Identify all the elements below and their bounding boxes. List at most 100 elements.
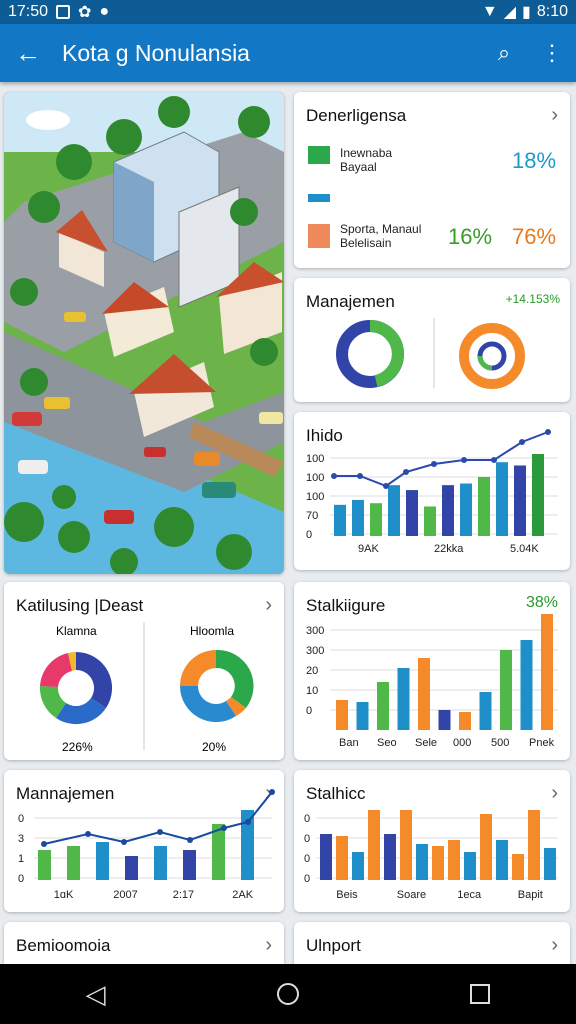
legend-text: Bayaal bbox=[340, 160, 377, 174]
bar bbox=[400, 810, 412, 880]
bar bbox=[334, 504, 346, 536]
bar bbox=[388, 485, 400, 536]
bar bbox=[479, 692, 492, 730]
percent-value: 76% bbox=[512, 224, 557, 249]
x-tick-label: 9AK bbox=[358, 543, 379, 555]
bar bbox=[496, 462, 508, 536]
card-title: Denerligensa bbox=[306, 106, 407, 125]
bar bbox=[496, 840, 508, 880]
recents-nav-icon[interactable] bbox=[470, 984, 491, 1004]
legend-swatch-green bbox=[308, 146, 330, 164]
card-katilusing[interactable]: Katilusing |Deast › Klamna Hloomla 226% … bbox=[4, 582, 284, 760]
card-manajemen[interactable]: Manajemen +14.153% bbox=[294, 278, 570, 402]
trend-point bbox=[357, 473, 363, 479]
bar bbox=[38, 850, 51, 880]
donut-arc bbox=[369, 320, 404, 355]
page-title: Kota g Nonulansia bbox=[62, 39, 250, 66]
y-tick-label: 0 bbox=[306, 529, 312, 541]
bar bbox=[406, 490, 418, 536]
card-denerligensa[interactable]: Denerligensa › Inewnaba Bayaal 18% Sporta… bbox=[294, 92, 570, 268]
donut-slice bbox=[216, 649, 254, 708]
bar bbox=[520, 640, 533, 730]
trend-point bbox=[545, 429, 551, 435]
bar bbox=[480, 814, 492, 880]
bar bbox=[125, 856, 138, 880]
card-ihido[interactable]: Ihido 100 100 100 70 0 9AK 22kka 5.04K bbox=[294, 412, 570, 570]
bar bbox=[320, 834, 332, 880]
app-icon: ✿ bbox=[78, 4, 92, 21]
trend-point bbox=[519, 439, 525, 445]
percent-value: 18% bbox=[512, 148, 557, 173]
search-icon[interactable]: ⌕ bbox=[480, 40, 528, 66]
y-tick-label: 20 bbox=[306, 665, 318, 677]
y-tick-label: 300 bbox=[306, 625, 324, 637]
x-tick-label: 5.04K bbox=[510, 543, 539, 555]
card-stalhicc[interactable]: Stalhicc › 0 0 0 0 Beis Soare 1eca Bapit bbox=[294, 770, 570, 912]
y-tick-label: 0 bbox=[304, 833, 310, 845]
x-tick-label: 1ɑK bbox=[54, 889, 74, 901]
y-tick-label: 0 bbox=[304, 813, 310, 825]
y-tick-label: 70 bbox=[306, 510, 318, 522]
bar bbox=[336, 700, 348, 730]
bar-line-chart: 0 3 1 0 1ɑK 2007 2:17 2AK bbox=[18, 789, 275, 901]
card-mannajemen[interactable]: Mannajemen › 0 3 1 0 1ɑK 2007 2:17 2AK bbox=[4, 770, 284, 912]
more-vert-icon[interactable]: ⋮ bbox=[528, 40, 576, 66]
y-tick-label: 3 bbox=[18, 833, 24, 845]
bar bbox=[368, 810, 380, 880]
x-tick-label: Ban bbox=[339, 737, 359, 749]
card-title: Bemioomoia bbox=[16, 936, 111, 955]
legend-text: Belelisain bbox=[340, 236, 392, 250]
y-tick-label: 100 bbox=[306, 453, 324, 465]
trend-point bbox=[187, 837, 193, 843]
x-tick-label: 1eca bbox=[457, 889, 482, 901]
bar bbox=[500, 650, 512, 730]
donut-charts bbox=[336, 318, 525, 389]
trend-point bbox=[121, 839, 127, 845]
bar bbox=[183, 850, 196, 880]
x-tick-label: 000 bbox=[453, 737, 471, 749]
chevron-right-icon[interactable]: › bbox=[265, 934, 272, 957]
bar bbox=[448, 840, 460, 880]
donut-slice bbox=[179, 686, 236, 723]
trend-point bbox=[331, 473, 337, 479]
y-tick-label: 0 bbox=[18, 813, 24, 825]
bar-line-chart: 100 100 100 70 0 9AK 22kka 5.04K bbox=[306, 429, 558, 555]
bar bbox=[544, 848, 556, 880]
status-bar: 17:50 ✿ ● ▼ ◢ ▮ 8:10 bbox=[0, 0, 576, 24]
bar bbox=[432, 846, 444, 880]
y-tick-label: 0 bbox=[304, 853, 310, 865]
trend-point bbox=[491, 457, 497, 463]
y-tick-label: 100 bbox=[306, 472, 324, 484]
chevron-right-icon[interactable]: › bbox=[551, 934, 558, 957]
city-map-image bbox=[4, 92, 284, 574]
legend-label: Sporta, Manaul Belelisain bbox=[340, 222, 421, 250]
x-tick-label: 22kka bbox=[434, 543, 464, 555]
bar bbox=[352, 499, 364, 536]
bar bbox=[67, 846, 80, 880]
chevron-right-icon[interactable]: › bbox=[551, 104, 558, 127]
bar bbox=[424, 506, 436, 536]
bar bbox=[96, 842, 109, 880]
trend-point bbox=[245, 819, 251, 825]
legend-label: Inewnaba Bayaal bbox=[340, 146, 392, 174]
back-arrow-icon[interactable]: ← bbox=[0, 38, 56, 69]
trend-point bbox=[269, 789, 275, 795]
card-stalkiigure[interactable]: Stalkiigure 38% 300 300 20 10 0 Ban Seo Sele 000… bbox=[294, 582, 570, 760]
city-illustration[interactable] bbox=[4, 92, 284, 574]
back-nav-icon[interactable]: ◁ bbox=[86, 979, 106, 1010]
donut-slice bbox=[76, 651, 113, 708]
bar bbox=[397, 668, 410, 730]
x-tick-label: 500 bbox=[491, 737, 509, 749]
legend-swatch-blue bbox=[308, 194, 330, 202]
bar bbox=[464, 852, 476, 880]
y-tick-label: 0 bbox=[304, 873, 310, 885]
bar bbox=[438, 710, 451, 730]
home-nav-icon[interactable] bbox=[276, 983, 299, 1005]
bar bbox=[377, 682, 389, 730]
app-bar: ← Kota g Nonulansia ⌕ ⋮ bbox=[0, 24, 576, 82]
x-tick-label: 2007 bbox=[113, 889, 137, 901]
x-tick-label: 2:17 bbox=[173, 889, 194, 901]
trend-point bbox=[461, 457, 467, 463]
x-tick-label: 2AK bbox=[232, 889, 253, 901]
y-tick-label: 1 bbox=[18, 853, 24, 865]
